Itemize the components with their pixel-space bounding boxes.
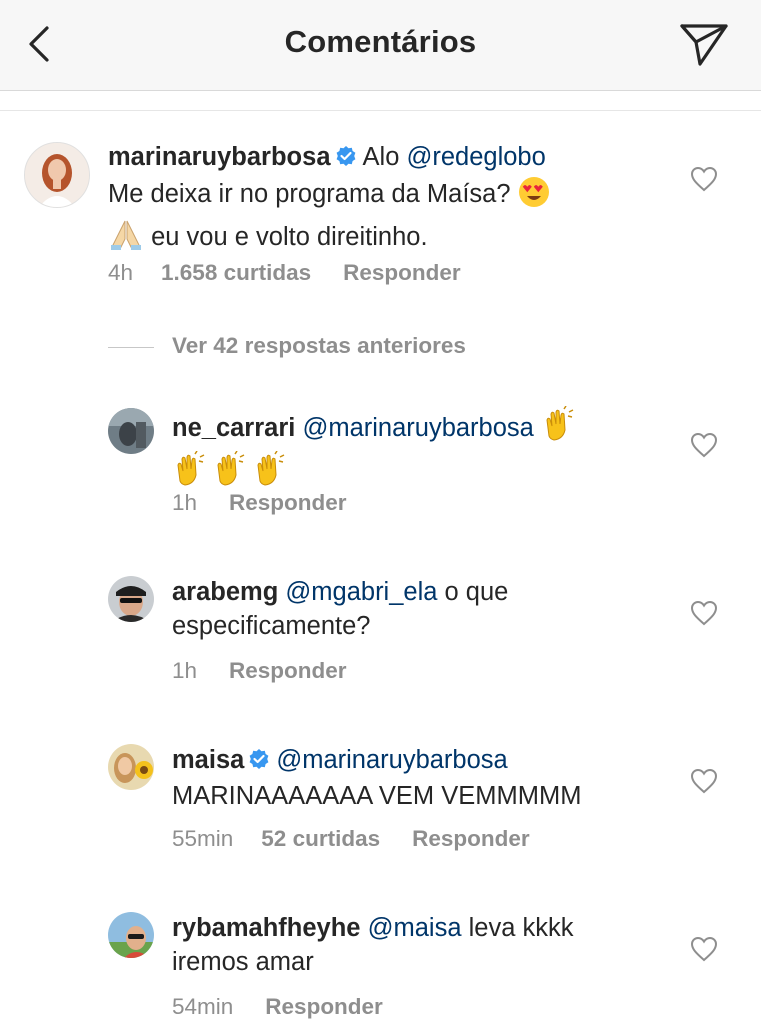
username[interactable]: ne_carrari [172, 414, 295, 442]
profile-photo [108, 576, 154, 622]
comment-text-part: Alo [362, 143, 407, 171]
avatar[interactable] [108, 912, 154, 958]
comment-meta: 55min 52 curtidas Responder [172, 826, 530, 852]
timestamp: 1h [172, 490, 198, 515]
praying-hands-emoji [108, 217, 144, 260]
heart-icon [690, 936, 718, 962]
mention-link[interactable]: @mgabri_ela [285, 578, 437, 606]
timestamp: 1h [172, 658, 198, 683]
likes-count[interactable]: 52 curtidas [261, 826, 380, 851]
comment-text: rybamahfheyhe @maisa leva kkkk iremos am… [172, 911, 573, 979]
reply-button[interactable]: Responder [265, 994, 383, 1019]
heart-icon [690, 432, 718, 458]
username[interactable]: maisa [172, 746, 244, 774]
timestamp: 4h [108, 260, 134, 285]
username[interactable]: marinaruybarbosa [108, 143, 331, 171]
divider-line [108, 346, 154, 348]
comment-meta: 54min Responder [172, 994, 383, 1020]
profile-photo [108, 912, 154, 958]
mention-link[interactable]: @marinaruybarbosa [276, 746, 507, 774]
verified-badge-icon [248, 745, 270, 779]
avatar[interactable] [108, 576, 154, 622]
profile-photo [108, 744, 154, 790]
comment-text-part: o que [437, 578, 509, 606]
top-bar: Comentários [0, 0, 761, 91]
page-title: Comentários [284, 24, 477, 59]
view-replies-label: Ver 42 respostas anteriores [172, 333, 466, 358]
heart-icon [690, 600, 718, 626]
likes-count[interactable]: 1.658 curtidas [161, 260, 311, 285]
view-previous-replies-button[interactable]: Ver 42 respostas anteriores [108, 333, 466, 359]
like-button[interactable] [690, 768, 718, 794]
like-button[interactable] [690, 166, 718, 192]
like-button[interactable] [690, 600, 718, 626]
mention-link[interactable]: @maisa [368, 914, 462, 942]
comment-text: ne_carrari @marinaruybarbosa [172, 405, 575, 496]
comment-text-part: especificamente? [172, 612, 371, 640]
avatar[interactable] [24, 142, 90, 208]
username[interactable]: arabemg [172, 578, 278, 606]
profile-photo [25, 143, 89, 207]
direct-message-button[interactable] [678, 18, 730, 70]
reply-button[interactable]: Responder [343, 260, 461, 285]
comment-text-part: leva kkkk [461, 914, 574, 942]
comment-text: maisa @marinaruybarbosa MARINAAAAAAA VEM … [172, 743, 581, 813]
avatar[interactable] [108, 408, 154, 454]
reply-button[interactable]: Responder [412, 826, 530, 851]
comment-text-part: MARINAAAAAAA VEM VEMMMMM [172, 782, 582, 810]
reply-button[interactable]: Responder [229, 490, 347, 515]
mention-link[interactable]: @redeglobo [406, 143, 545, 171]
timestamp: 54min [172, 994, 234, 1019]
comment-text-part: Me deixa ir no programa da Maísa? [108, 180, 518, 208]
divider [0, 110, 761, 111]
mention-link[interactable]: @marinaruybarbosa [302, 414, 533, 442]
comment-text-part: iremos amar [172, 948, 314, 976]
comment-text-part: eu vou e volto direitinho. [151, 223, 428, 251]
paper-plane-icon [680, 24, 728, 66]
avatar[interactable] [108, 744, 154, 790]
heart-eyes-emoji [518, 176, 550, 217]
reply-button[interactable]: Responder [229, 658, 347, 683]
verified-badge-icon [335, 142, 357, 176]
heart-icon [690, 768, 718, 794]
comment-meta: 1h Responder [172, 658, 347, 684]
clapping-hands-emoji [541, 405, 575, 451]
profile-photo [108, 408, 154, 454]
like-button[interactable] [690, 936, 718, 962]
comment-meta: 4h 1.658 curtidas Responder [108, 260, 461, 286]
username[interactable]: rybamahfheyhe [172, 914, 361, 942]
comment-meta: 1h Responder [172, 490, 347, 516]
comment-text: marinaruybarbosa Alo @redeglobo Me deixa … [108, 140, 550, 260]
comment-text: arabemg @mgabri_ela o que especificament… [172, 575, 508, 643]
heart-icon [690, 166, 718, 192]
timestamp: 55min [172, 826, 234, 851]
like-button[interactable] [690, 432, 718, 458]
